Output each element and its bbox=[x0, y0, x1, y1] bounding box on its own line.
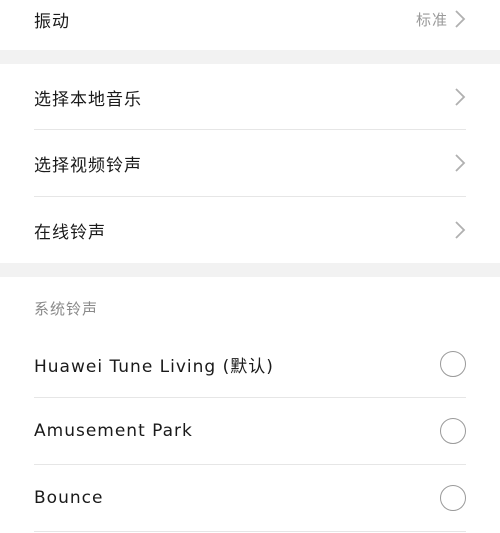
select-local-music-label: 选择本地音乐 bbox=[34, 89, 142, 110]
ringtone-item-huawei-tune-living[interactable]: Huawei Tune Living (默认) bbox=[0, 331, 500, 397]
ringtone-item-amusement-park[interactable]: Amusement Park bbox=[0, 398, 500, 464]
vibration-value: 标准 bbox=[415, 10, 448, 29]
chevron-right-icon bbox=[454, 9, 466, 29]
ringtone-item-right bbox=[440, 351, 466, 377]
section-gap bbox=[0, 50, 500, 64]
select-video-ringtone-right bbox=[454, 153, 466, 173]
ringtone-settings-page: 振动 标准 选择本地音乐 选择视频铃声 在线铃声 系统铃声 Huawei Tun… bbox=[0, 0, 500, 533]
online-ringtone-label: 在线铃声 bbox=[34, 222, 106, 243]
chevron-right-icon bbox=[454, 153, 466, 173]
select-video-ringtone-row[interactable]: 选择视频铃声 bbox=[0, 130, 500, 196]
radio-unselected-icon[interactable] bbox=[440, 485, 466, 511]
ringtone-item-label: Bounce bbox=[34, 488, 104, 508]
ringtone-item-label: Huawei Tune Living (默认) bbox=[34, 356, 274, 377]
section-gap bbox=[0, 263, 500, 277]
ringtone-item-right bbox=[440, 418, 466, 444]
radio-unselected-icon[interactable] bbox=[440, 351, 466, 377]
select-video-ringtone-label: 选择视频铃声 bbox=[34, 155, 142, 176]
chevron-right-icon bbox=[454, 220, 466, 240]
vibration-right: 标准 bbox=[416, 9, 466, 30]
system-ringtones-header: 系统铃声 bbox=[34, 300, 99, 318]
ringtone-item-bounce[interactable]: Bounce bbox=[0, 465, 500, 531]
online-ringtone-right bbox=[454, 220, 466, 240]
ringtone-item-right bbox=[440, 485, 466, 511]
online-ringtone-row[interactable]: 在线铃声 bbox=[0, 197, 500, 263]
vibration-label: 振动 bbox=[34, 11, 70, 32]
ringtone-item-label: Amusement Park bbox=[34, 421, 193, 441]
divider bbox=[34, 531, 466, 532]
select-local-music-row[interactable]: 选择本地音乐 bbox=[0, 64, 500, 130]
select-local-music-right bbox=[454, 87, 466, 107]
chevron-right-icon bbox=[454, 87, 466, 107]
radio-unselected-icon[interactable] bbox=[440, 418, 466, 444]
vibration-row[interactable]: 振动 标准 bbox=[0, 0, 500, 38]
